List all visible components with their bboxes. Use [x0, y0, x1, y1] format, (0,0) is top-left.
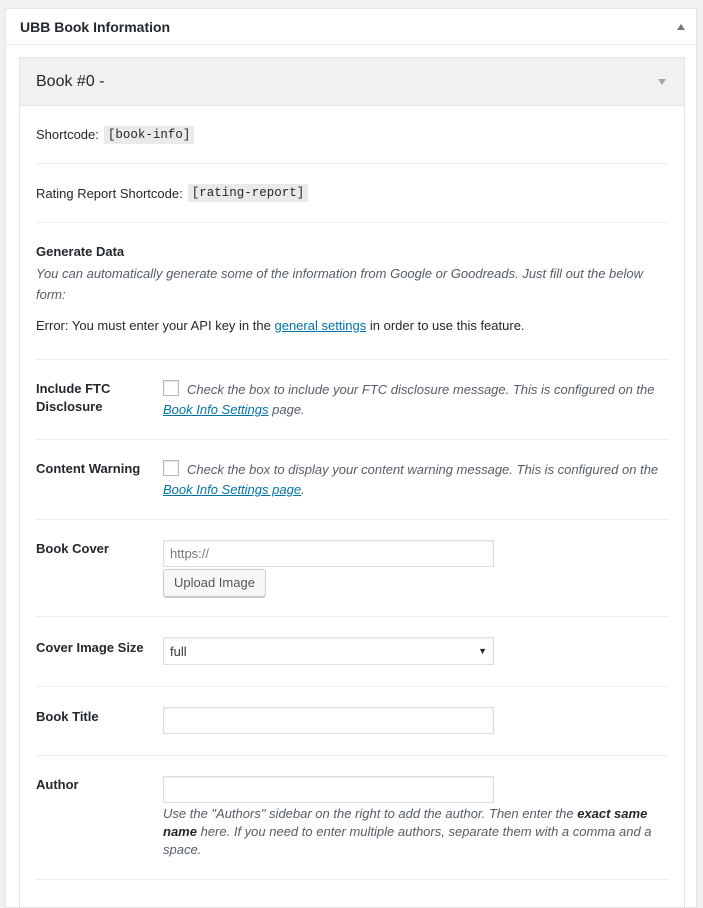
ftc-row: Include FTC Disclosure Check the box to … — [36, 360, 669, 440]
content-warning-desc-prefix: Check the box to display your content wa… — [187, 462, 659, 477]
content-warning-row: Content Warning Check the box to display… — [36, 440, 669, 520]
content-warning-settings-link[interactable]: Book Info Settings page — [163, 482, 301, 497]
book-cover-label: Book Cover — [36, 541, 109, 556]
collapse-arrow-icon[interactable] — [677, 23, 685, 30]
error-suffix: in order to use this feature. — [369, 318, 525, 333]
author-input[interactable] — [163, 776, 494, 803]
rating-shortcode-label: Rating Report Shortcode: — [36, 185, 183, 201]
book-info-metabox: UBB Book Information Book #0 - Shortcode… — [5, 8, 697, 908]
content-warning-description: Check the box to display your content wa… — [163, 460, 669, 500]
book-cover-row: Book Cover Upload Image — [36, 520, 669, 617]
ftc-description: Check the box to include your FTC disclo… — [163, 380, 669, 420]
shortcode-label: Shortcode: — [36, 127, 99, 142]
book-title-row: Book Title — [36, 687, 669, 756]
ftc-checkbox[interactable] — [163, 380, 179, 396]
upload-image-button[interactable]: Upload Image — [163, 569, 266, 597]
rating-shortcode-value: [rating-report] — [187, 184, 309, 202]
cover-size-select[interactable]: full ▼ — [163, 637, 494, 665]
generate-data-section: Generate Data You can automatically gene… — [36, 223, 669, 360]
book-cover-url-input[interactable] — [163, 540, 494, 567]
ftc-settings-link[interactable]: Book Info Settings — [163, 402, 269, 417]
metabox-header[interactable]: UBB Book Information — [6, 9, 696, 45]
metabox-title: UBB Book Information — [20, 18, 171, 35]
book-title-label: Book Title — [36, 709, 99, 724]
shortcode-row: Shortcode: [book-info] — [36, 106, 669, 164]
ftc-desc-suffix: page. — [272, 402, 305, 417]
author-description: Use the "Authors" sidebar on the right t… — [163, 805, 669, 859]
shortcode-value: [book-info] — [103, 125, 195, 144]
chevron-down-icon: ▼ — [478, 646, 487, 656]
content-warning-desc-suffix: . — [301, 482, 305, 497]
author-desc-1: Use the "Authors" sidebar on the right t… — [163, 806, 574, 821]
book-panel-header[interactable]: Book #0 - — [20, 58, 684, 106]
error-prefix: Error: You must enter your API key in th… — [36, 318, 271, 333]
author-desc-2: here. If you need to enter multiple auth… — [163, 824, 652, 857]
content-warning-checkbox[interactable] — [163, 460, 179, 476]
content-warning-label: Content Warning — [36, 461, 141, 476]
cover-size-row: Cover Image Size full ▼ — [36, 617, 669, 687]
general-settings-link[interactable]: general settings — [274, 318, 366, 333]
ftc-desc-prefix: Check the box to include your FTC disclo… — [187, 382, 655, 397]
generate-data-description: You can automatically generate some of t… — [36, 266, 644, 302]
generate-data-title: Generate Data — [36, 244, 125, 259]
book-panel-title: Book #0 - — [36, 72, 105, 90]
book-title-input[interactable] — [163, 707, 494, 734]
cover-size-selected: full — [170, 643, 187, 659]
author-row: Author Use the "Authors" sidebar on the … — [36, 756, 669, 880]
expand-arrow-icon[interactable] — [658, 78, 666, 85]
rating-shortcode-row: Rating Report Shortcode: [rating-report] — [36, 164, 669, 223]
cover-size-label: Cover Image Size — [36, 640, 144, 655]
author-label: Author — [36, 777, 79, 792]
api-key-error: Error: You must enter your API key in th… — [36, 317, 669, 335]
ftc-label: Include FTC Disclosure — [36, 381, 111, 414]
book-panel: Book #0 - Shortcode: [book-info] Rating … — [19, 57, 685, 907]
